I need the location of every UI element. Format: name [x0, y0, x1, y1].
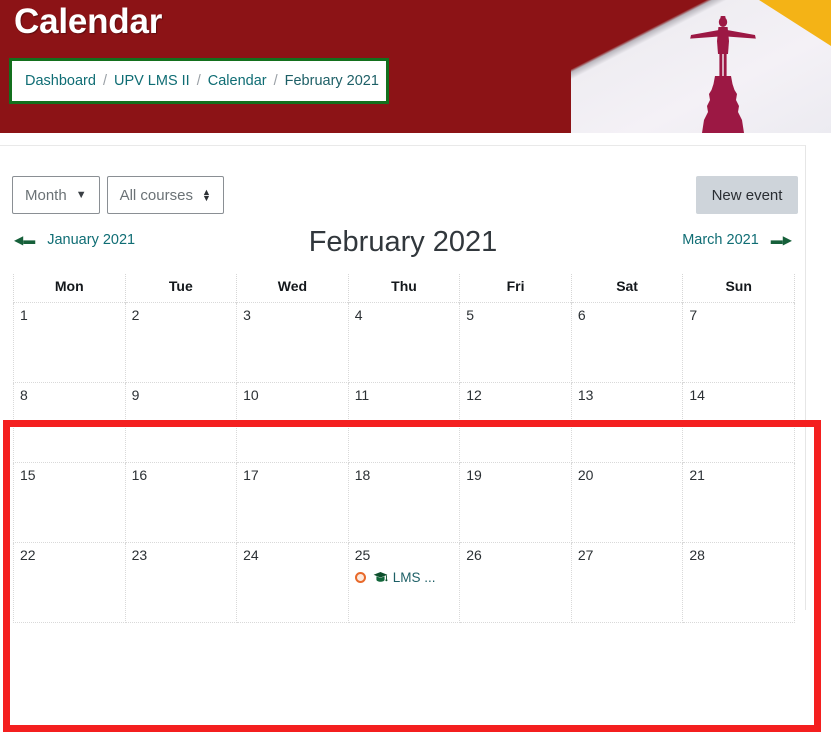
- day-cell[interactable]: 14: [682, 382, 795, 463]
- day-number: 11: [354, 387, 370, 403]
- day-number: 4: [354, 307, 363, 323]
- day-number: 25: [354, 547, 371, 563]
- day-cell[interactable]: 11: [347, 382, 461, 463]
- day-cell[interactable]: 9: [124, 382, 238, 463]
- weekday-header-mon: Mon: [13, 274, 126, 303]
- day-cell[interactable]: 7: [682, 302, 795, 383]
- calendar-body: 1 2 3 4 5 6 7 8 9 10 11 12 13 14 15 16 1…: [13, 302, 795, 623]
- breadcrumb-item-upv-lms-ii[interactable]: UPV LMS II: [114, 73, 190, 89]
- page-title: Calendar: [14, 2, 163, 41]
- day-cell-with-event[interactable]: 25 LMS ...: [347, 542, 461, 623]
- graduation-cap-icon: [373, 571, 388, 584]
- day-cell[interactable]: 4: [347, 302, 461, 383]
- calendar-weekday-header-row: Mon Tue Wed Thu Fri Sat Sun: [13, 274, 795, 303]
- breadcrumb-separator: /: [273, 73, 278, 89]
- day-cell[interactable]: 24: [236, 542, 349, 623]
- breadcrumb: Dashboard / UPV LMS II / Calendar / Febr…: [9, 58, 389, 104]
- day-number: 6: [577, 307, 586, 323]
- calendar-event-lms[interactable]: LMS ...: [354, 570, 460, 585]
- page-header-banner: Calendar Dashboard / UPV LMS II / Calend…: [0, 0, 831, 133]
- day-cell[interactable]: 23: [124, 542, 238, 623]
- calendar-week-row: 15 16 17 18 19 20 21: [13, 462, 795, 543]
- next-month-label: March 2021: [682, 232, 759, 248]
- day-cell[interactable]: 21: [682, 462, 795, 543]
- day-cell[interactable]: 19: [459, 462, 572, 543]
- day-cell[interactable]: 12: [459, 382, 572, 463]
- view-select-label: Month: [25, 186, 67, 204]
- day-number: 18: [354, 467, 371, 483]
- day-cell[interactable]: 13: [570, 382, 684, 463]
- day-number: 10: [243, 387, 259, 403]
- calendar-table: Mon Tue Wed Thu Fri Sat Sun 1 2 3 4 5 6: [13, 274, 795, 623]
- day-cell[interactable]: 6: [570, 302, 684, 383]
- calendar-toolbar: Month ▼ All courses ▲ ▼: [12, 176, 224, 214]
- day-number: 8: [20, 387, 28, 403]
- day-cell[interactable]: 15: [13, 462, 126, 543]
- day-number: 24: [243, 547, 259, 563]
- day-number: 3: [243, 307, 251, 323]
- day-cell[interactable]: 5: [459, 302, 572, 383]
- day-cell[interactable]: 2: [124, 302, 238, 383]
- day-number: 9: [131, 387, 140, 403]
- day-number: 28: [689, 547, 705, 563]
- day-cell[interactable]: 17: [236, 462, 349, 543]
- day-cell[interactable]: 22: [13, 542, 126, 623]
- calendar-page-body: Month ▼ All courses ▲ ▼ New event ◀▬ Janu…: [0, 133, 831, 732]
- day-number: 13: [577, 387, 594, 403]
- day-cell[interactable]: 28: [682, 542, 795, 623]
- weekday-header-sun: Sun: [682, 274, 795, 303]
- weekday-header-sat: Sat: [570, 274, 684, 303]
- day-cell[interactable]: 26: [459, 542, 572, 623]
- day-cell[interactable]: 27: [570, 542, 684, 623]
- calendar-grid: Mon Tue Wed Thu Fri Sat Sun 1 2 3 4 5 6: [13, 274, 795, 623]
- calendar-week-row: 22 23 24 25 LMS ... 26 27 28: [13, 542, 795, 623]
- day-cell[interactable]: 20: [570, 462, 684, 543]
- chevron-down-icon: ▼: [75, 188, 87, 201]
- arrow-right-icon: ▬▶: [770, 233, 792, 247]
- next-month-link[interactable]: March 2021 ▬▶: [682, 232, 792, 248]
- day-number: 22: [20, 547, 36, 563]
- breadcrumb-separator: /: [102, 73, 107, 89]
- upv-statue-logo-icon: [675, 8, 771, 133]
- weekday-header-tue: Tue: [124, 274, 238, 303]
- up-down-arrow-icon: ▲ ▼: [201, 187, 211, 203]
- day-number: 2: [131, 307, 140, 323]
- breadcrumb-item-february-2021: February 2021: [284, 73, 379, 89]
- day-number: 5: [466, 307, 475, 323]
- breadcrumb-item-calendar[interactable]: Calendar: [208, 73, 267, 89]
- day-number: 26: [466, 547, 482, 563]
- event-indicator-dot-icon: [354, 572, 366, 583]
- day-number: 12: [466, 387, 482, 403]
- weekday-header-fri: Fri: [459, 274, 572, 303]
- event-label: LMS ...: [392, 570, 436, 585]
- day-cell[interactable]: 10: [236, 382, 349, 463]
- day-number: 16: [131, 467, 148, 483]
- weekday-header-wed: Wed: [236, 274, 349, 303]
- calendar-week-row: 8 9 10 11 12 13 14: [13, 382, 795, 463]
- day-cell[interactable]: 18: [347, 462, 461, 543]
- day-cell[interactable]: 16: [124, 462, 238, 543]
- day-cell[interactable]: 8: [13, 382, 126, 463]
- breadcrumb-item-dashboard[interactable]: Dashboard: [25, 73, 96, 89]
- day-number: 20: [577, 467, 594, 483]
- new-event-button[interactable]: New event: [696, 176, 798, 214]
- day-number: 7: [689, 307, 698, 323]
- day-number: 23: [131, 547, 148, 563]
- day-number: 15: [20, 467, 36, 483]
- month-navigation: ◀▬ January 2021 February 2021 March 2021…: [0, 226, 806, 274]
- day-cell[interactable]: 3: [236, 302, 349, 383]
- day-number: 17: [243, 467, 259, 483]
- day-number: 27: [577, 547, 594, 563]
- day-cell[interactable]: 1: [13, 302, 126, 383]
- view-select-month[interactable]: Month ▼: [12, 176, 100, 214]
- day-number: 14: [689, 387, 705, 403]
- day-number: 1: [20, 307, 28, 323]
- course-select-label: All courses: [119, 186, 193, 204]
- weekday-header-thu: Thu: [347, 274, 461, 303]
- course-select-all-courses[interactable]: All courses ▲ ▼: [106, 176, 224, 214]
- breadcrumb-separator: /: [196, 73, 201, 89]
- day-number: 21: [689, 467, 705, 483]
- calendar-week-row: 1 2 3 4 5 6 7: [13, 302, 795, 383]
- day-number: 19: [466, 467, 482, 483]
